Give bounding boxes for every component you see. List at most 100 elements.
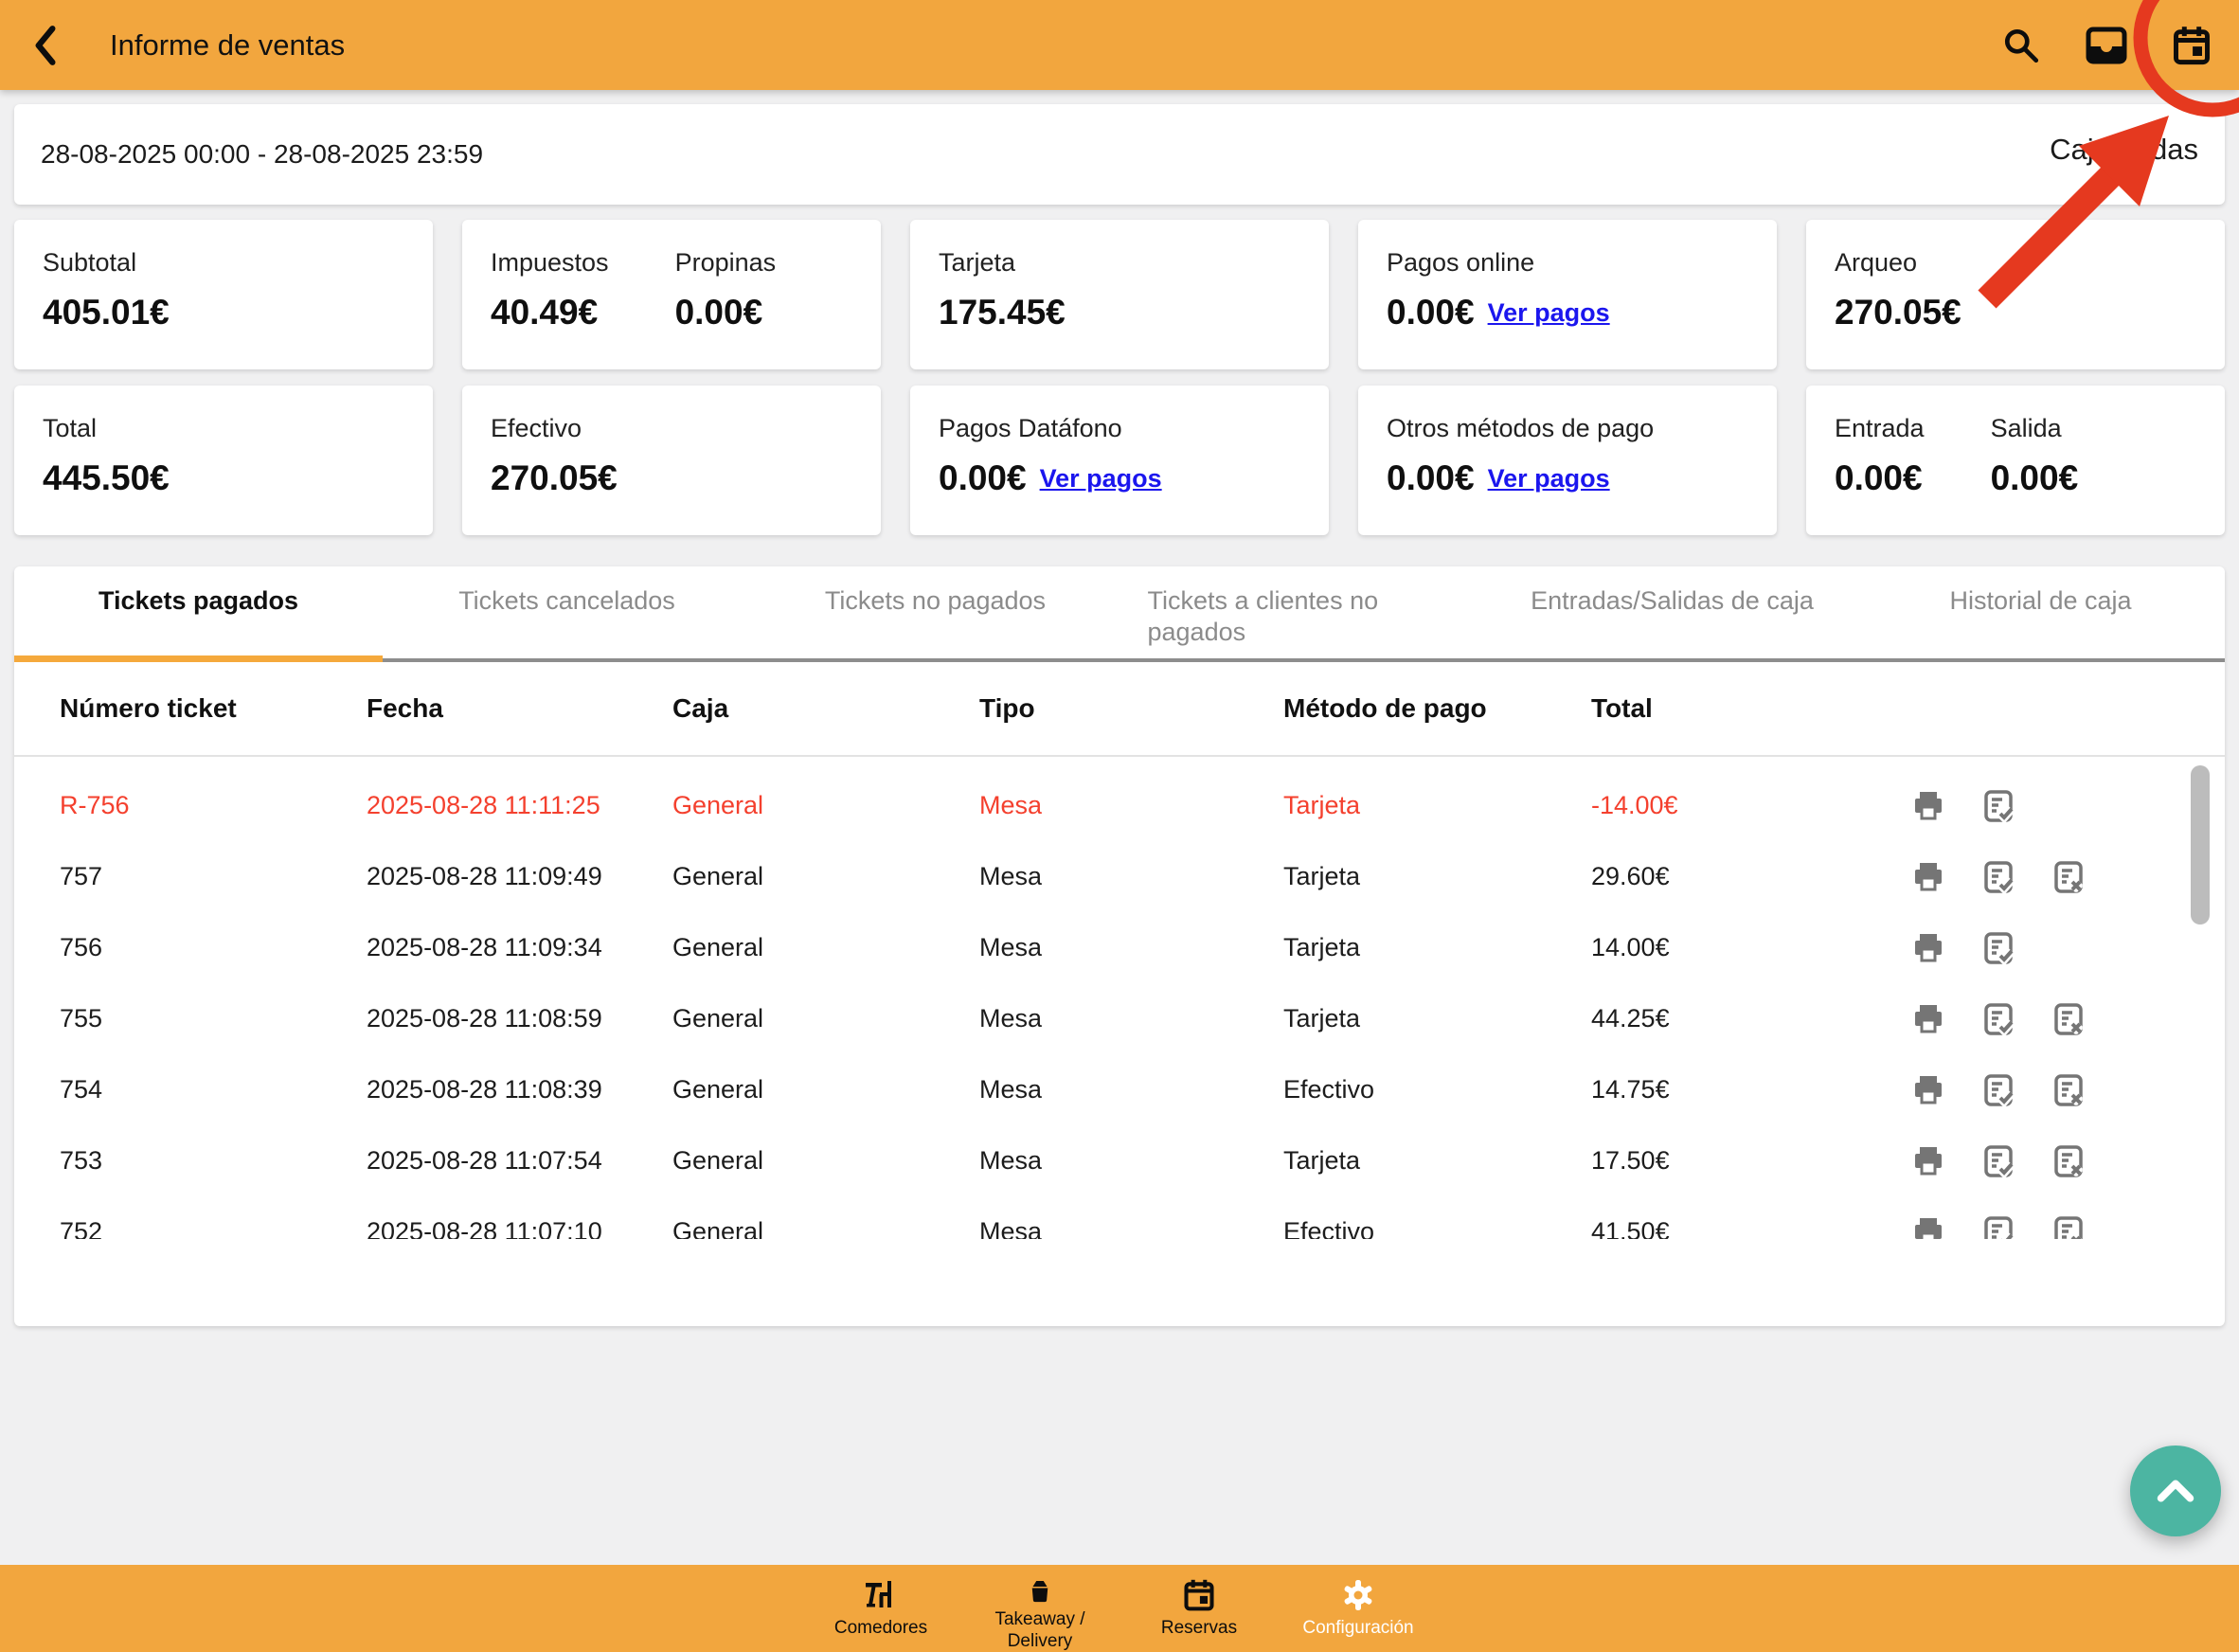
tab-tickets-cancelados[interactable]: Tickets cancelados	[383, 566, 751, 658]
cell-total: 41.50€	[1591, 1217, 1885, 1239]
dining-table-icon	[864, 1578, 898, 1612]
ticket-cancel-icon[interactable]	[2051, 1144, 2086, 1178]
card-tarjeta: Tarjeta 175.45€	[910, 220, 1329, 369]
row-actions	[1885, 1002, 2225, 1036]
cell-metodo: Efectivo	[1283, 1217, 1591, 1239]
ticket-check-icon[interactable]	[1981, 1002, 2015, 1036]
table-header-row: Número ticket Fecha Caja Tipo Método de …	[14, 662, 2225, 757]
search-button[interactable]	[2000, 25, 2042, 66]
cell-metodo: Tarjeta	[1283, 1004, 1591, 1033]
table-row[interactable]: 755 2025-08-28 11:08:59 General Mesa Tar…	[14, 983, 2225, 1054]
print-icon[interactable]	[1911, 1073, 1945, 1107]
back-button[interactable]	[28, 24, 61, 67]
chevron-up-icon	[2155, 1478, 2196, 1504]
nav-item-reservas[interactable]: Reservas	[1120, 1565, 1279, 1652]
calendar-icon	[2171, 25, 2212, 66]
app-bar: Informe de ventas	[0, 0, 2239, 90]
nav-item-comedores[interactable]: Comedores	[801, 1565, 960, 1652]
metric-value: 270.05€	[1835, 293, 1961, 332]
cell-caja: General	[672, 791, 979, 820]
ticket-check-icon[interactable]	[1981, 931, 2015, 965]
ver-pagos-link[interactable]: Ver pagos	[1488, 298, 1610, 327]
metric-label: Efectivo	[491, 414, 618, 443]
nav-item-configuracion[interactable]: Configuración	[1279, 1565, 1438, 1652]
search-icon	[2001, 26, 2041, 65]
row-actions	[1885, 1073, 2225, 1107]
ticket-check-icon[interactable]	[1981, 1215, 2015, 1240]
tab-label: Entradas/Salidas de caja	[1531, 585, 1814, 658]
table-row[interactable]: 756 2025-08-28 11:09:34 General Mesa Tar…	[14, 912, 2225, 983]
metric-value: 445.50€	[43, 458, 170, 498]
ver-pagos-link[interactable]: Ver pagos	[1488, 464, 1610, 493]
print-icon[interactable]	[1911, 860, 1945, 894]
table-row[interactable]: R-756 2025-08-28 11:11:25 General Mesa T…	[14, 770, 2225, 841]
cell-total: 29.60€	[1591, 862, 1885, 891]
table-row[interactable]: 754 2025-08-28 11:08:39 General Mesa Efe…	[14, 1054, 2225, 1125]
ticket-cancel-icon[interactable]	[2051, 1215, 2086, 1240]
print-icon[interactable]	[1911, 931, 1945, 965]
card-subtotal: Subtotal 405.01€	[14, 220, 433, 369]
row-actions	[1885, 1215, 2225, 1240]
ticket-check-icon[interactable]	[1981, 789, 2015, 823]
cell-total: -14.00€	[1591, 791, 1885, 820]
print-icon[interactable]	[1911, 1144, 1945, 1178]
card-otros-metodos: Otros métodos de pago 0.00€Ver pagos	[1358, 386, 1777, 535]
metric-label: Pagos online	[1387, 248, 1610, 278]
tab-tickets-clientes-no-pagados[interactable]: Tickets a clientes no pagados	[1120, 566, 1488, 658]
cell-tipo: Mesa	[979, 933, 1283, 962]
tab-tickets-no-pagados[interactable]: Tickets no pagados	[751, 566, 1120, 658]
tab-entradas-salidas[interactable]: Entradas/Salidas de caja	[1488, 566, 1856, 658]
cell-caja: General	[672, 933, 979, 962]
cell-tipo: Mesa	[979, 1004, 1283, 1033]
metric-label: Tarjeta	[939, 248, 1066, 278]
ticket-check-icon[interactable]	[1981, 860, 2015, 894]
table-row[interactable]: 757 2025-08-28 11:09:49 General Mesa Tar…	[14, 841, 2225, 912]
ticket-cancel-icon[interactable]	[2051, 860, 2086, 894]
cell-fecha: 2025-08-28 11:08:39	[367, 1075, 672, 1104]
cell-fecha: 2025-08-28 11:07:10	[367, 1217, 672, 1239]
table-row[interactable]: 753 2025-08-28 11:07:54 General Mesa Tar…	[14, 1125, 2225, 1196]
cell-fecha: 2025-08-28 11:11:25	[367, 791, 672, 820]
calendar-button[interactable]	[2171, 25, 2212, 66]
print-icon[interactable]	[1911, 1215, 1945, 1240]
print-icon[interactable]	[1911, 789, 1945, 823]
register-filter[interactable]: Caja: todas	[2050, 133, 2198, 167]
ver-pagos-link[interactable]: Ver pagos	[1040, 464, 1162, 493]
cell-total: 17.50€	[1591, 1146, 1885, 1176]
print-icon[interactable]	[1911, 1002, 1945, 1036]
nav-label: Reservas	[1161, 1617, 1237, 1639]
col-total: Total	[1591, 693, 1885, 724]
metric-label: Otros métodos de pago	[1387, 414, 1654, 443]
metric-value: 0.00€Ver pagos	[939, 458, 1162, 498]
vertical-scrollbar-thumb[interactable]	[2191, 765, 2210, 925]
ticket-check-icon[interactable]	[1981, 1144, 2015, 1178]
card-pagos-online: Pagos online 0.00€Ver pagos	[1358, 220, 1777, 369]
cell-fecha: 2025-08-28 11:09:49	[367, 862, 672, 891]
metric-value: 0.00€	[675, 293, 777, 332]
tab-historial-caja[interactable]: Historial de caja	[1856, 566, 2225, 658]
row-actions	[1885, 860, 2225, 894]
cell-metodo: Efectivo	[1283, 1075, 1591, 1104]
card-entrada-salida: Entrada 0.00€ Salida 0.00€	[1806, 386, 2225, 535]
card-total: Total 445.50€	[14, 386, 433, 535]
cash-drawer-button[interactable]	[2086, 25, 2127, 66]
nav-item-takeaway-delivery[interactable]: Takeaway / Delivery	[960, 1565, 1120, 1652]
metric-value: 405.01€	[43, 293, 170, 332]
col-numero-ticket: Número ticket	[60, 693, 367, 724]
cell-tipo: Mesa	[979, 791, 1283, 820]
ticket-cancel-icon[interactable]	[2051, 1002, 2086, 1036]
metric-value: 0.00€	[1835, 458, 1925, 498]
tab-label: Tickets cancelados	[458, 585, 675, 658]
cell-fecha: 2025-08-28 11:07:54	[367, 1146, 672, 1176]
ticket-cancel-icon[interactable]	[2051, 1073, 2086, 1107]
tickets-panel: Tickets pagados Tickets cancelados Ticke…	[14, 566, 2225, 1326]
cell-ticket: R-756	[60, 791, 367, 820]
table-row[interactable]: 752 2025-08-28 11:07:10 General Mesa Efe…	[14, 1196, 2225, 1239]
scroll-to-top-button[interactable]	[2130, 1446, 2221, 1536]
cell-ticket: 754	[60, 1075, 367, 1104]
summary-cards-row-2: Total 445.50€ Efectivo 270.05€ Pagos Dat…	[14, 386, 2225, 535]
cell-ticket: 755	[60, 1004, 367, 1033]
tab-tickets-pagados[interactable]: Tickets pagados	[14, 566, 383, 658]
ticket-check-icon[interactable]	[1981, 1073, 2015, 1107]
cell-caja: General	[672, 862, 979, 891]
